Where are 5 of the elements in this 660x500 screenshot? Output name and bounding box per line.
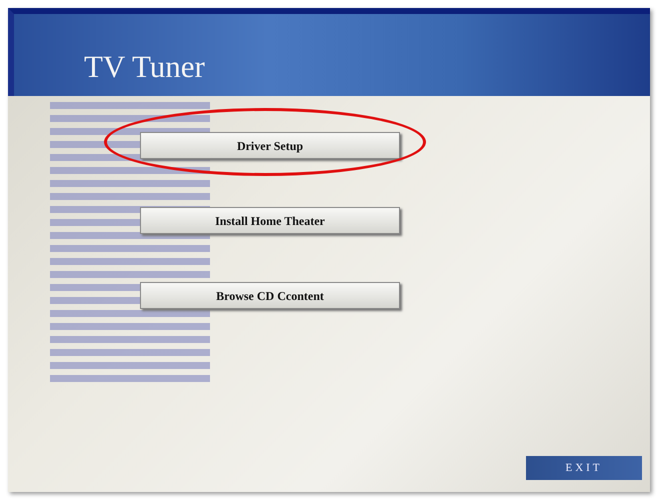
exit-button[interactable]: EXIT: [526, 456, 642, 480]
app-title: TV Tuner: [84, 51, 205, 82]
menu-button[interactable]: Browse CD Ccontent: [140, 282, 400, 309]
menu-button[interactable]: Driver Setup: [140, 132, 400, 159]
menu-button[interactable]: Install Home Theater: [140, 207, 400, 234]
